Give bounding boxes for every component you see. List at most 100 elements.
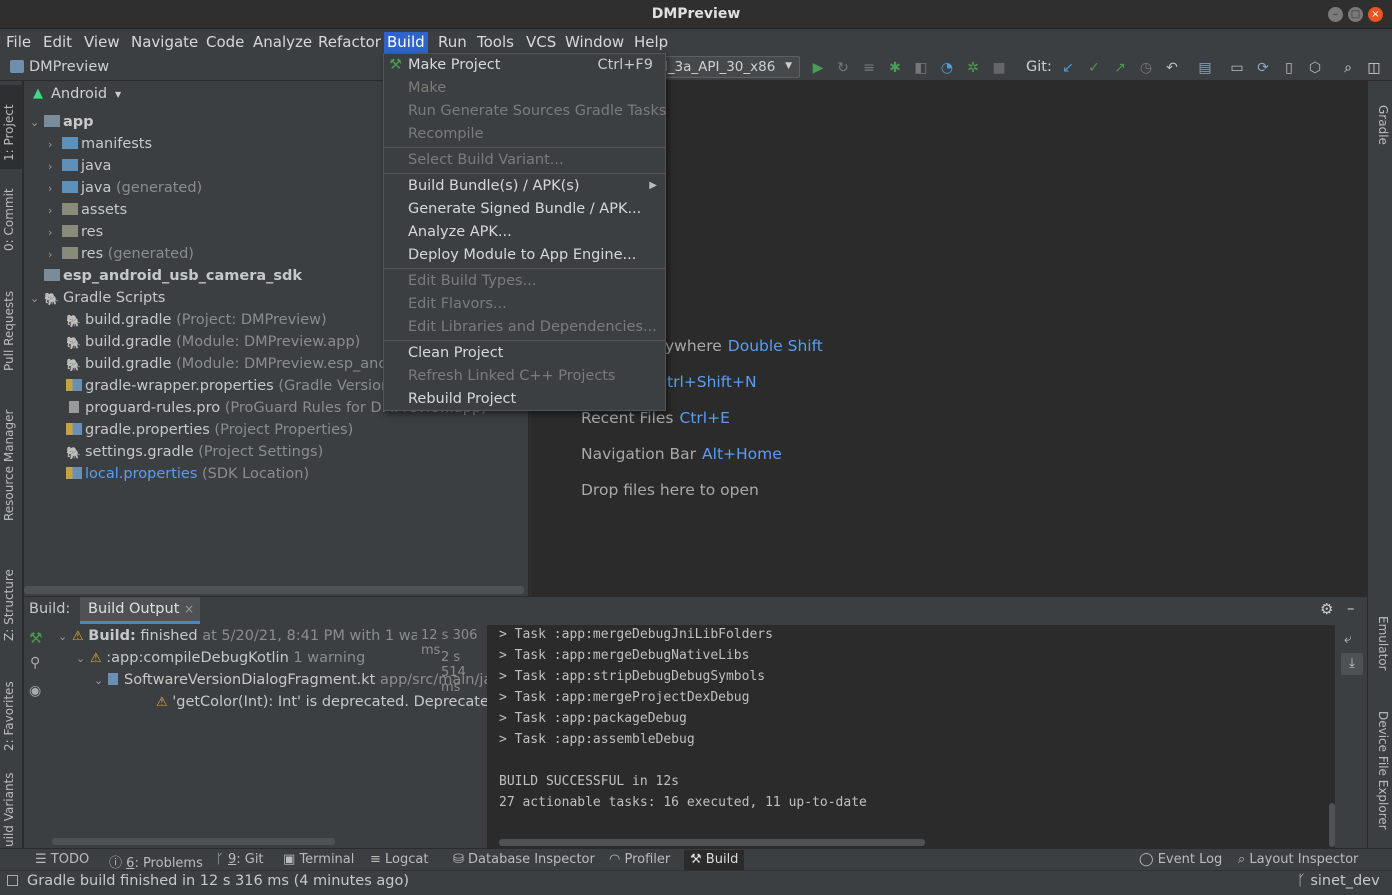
attach-debugger-icon[interactable]: ✲ xyxy=(964,59,982,77)
tab-problems[interactable]: ⓘ 6: Problems xyxy=(109,852,203,871)
gear-icon[interactable]: ⚙ xyxy=(1320,600,1333,618)
menu-item-edit-libraries[interactable]: Edit Libraries and Dependencies... xyxy=(384,316,665,338)
chevron-down-icon[interactable]: ▼ xyxy=(115,90,121,99)
tree-item[interactable]: › assets xyxy=(48,199,127,221)
menu-item-select-build-variant[interactable]: Select Build Variant... xyxy=(384,149,665,171)
tool-tab-gradle[interactable]: Gradle xyxy=(1376,105,1390,145)
tool-tab-commit[interactable]: 0: Commit xyxy=(2,188,16,251)
build-tree-row[interactable]: ⌄ ⚠ :app:compileDebugKotlin 1 warning xyxy=(76,647,365,669)
sdk-manager-icon[interactable]: ▭ xyxy=(1228,59,1246,77)
tree-item[interactable]: › res (generated) xyxy=(48,243,194,265)
horizontal-scrollbar[interactable] xyxy=(24,586,524,594)
tab-profiler[interactable]: ◠ Profiler xyxy=(609,852,670,867)
tree-item[interactable]: 🐘 build.gradle (Project: DMPreview) xyxy=(66,309,327,331)
avd-manager-icon[interactable]: ▯ xyxy=(1280,59,1298,77)
menu-code[interactable]: Code xyxy=(203,32,247,53)
menu-item-analyze-apk[interactable]: Analyze APK... xyxy=(384,221,665,243)
horizontal-scrollbar[interactable] xyxy=(52,838,335,845)
tree-item[interactable]: › java xyxy=(48,155,111,177)
apply-code-changes-icon[interactable]: ≡ xyxy=(860,59,878,77)
menu-navigate[interactable]: Navigate xyxy=(128,32,201,53)
device-manager-icon[interactable]: ⬡ xyxy=(1306,59,1324,77)
tree-item[interactable]: › java (generated) xyxy=(48,177,202,199)
tool-tab-emulator[interactable]: Emulator xyxy=(1376,616,1390,671)
menu-item-generate-signed-bundle[interactable]: Generate Signed Bundle / APK... xyxy=(384,198,665,220)
tab-build-output[interactable]: Build Output × xyxy=(80,597,200,624)
menu-item-build-bundle-apk[interactable]: Build Bundle(s) / APK(s) ▶ xyxy=(384,175,665,197)
build-tree-row[interactable]: ⚠ 'getColor(Int): Int' is deprecated. De… xyxy=(156,691,534,713)
tab-database-inspector[interactable]: ⛁ Database Inspector xyxy=(453,852,595,867)
tree-item[interactable]: 🐘 build.gradle (Module: DMPreview.esp_and… xyxy=(66,353,402,375)
toggle-tool-windows-icon[interactable] xyxy=(7,875,18,886)
menu-analyze[interactable]: Analyze xyxy=(250,32,315,53)
tab-build[interactable]: ⚒ Build xyxy=(684,850,745,870)
tree-item[interactable]: 🐘 settings.gradle (Project Settings) xyxy=(66,441,323,463)
menu-help[interactable]: Help xyxy=(631,32,671,53)
tree-item[interactable]: ⌄ 🐘 Gradle Scripts xyxy=(30,287,165,309)
tab-git[interactable]: ᚴ 9: Git xyxy=(216,852,264,867)
menu-item-refresh-linked-cpp[interactable]: Refresh Linked C++ Projects xyxy=(384,365,665,387)
tab-logcat[interactable]: ≡ Logcat xyxy=(370,852,428,867)
git-commit-icon[interactable]: ✓ xyxy=(1085,59,1103,77)
git-rollback-icon[interactable]: ↶ xyxy=(1163,59,1181,77)
menu-item-rebuild-project[interactable]: Rebuild Project xyxy=(384,388,665,410)
profile-icon[interactable]: ◔ xyxy=(938,59,956,77)
horizontal-scrollbar[interactable] xyxy=(499,839,925,846)
tab-event-log[interactable]: ◯ Event Log xyxy=(1139,852,1222,867)
menu-build[interactable]: Build xyxy=(384,32,428,53)
stop-icon[interactable]: ■ xyxy=(990,59,1008,77)
git-branch[interactable]: ᚴ sinet_dev xyxy=(1297,873,1380,889)
tree-item[interactable]: › res xyxy=(48,221,103,243)
run-icon[interactable]: ▶ xyxy=(809,59,827,77)
menu-window[interactable]: Window xyxy=(562,32,627,53)
tab-layout-inspector[interactable]: ⌕ Layout Inspector xyxy=(1238,852,1358,867)
git-push-icon[interactable]: ↗ xyxy=(1111,59,1129,77)
scroll-to-end-icon[interactable]: ⤓ xyxy=(1341,653,1363,675)
project-structure-icon[interactable]: ▤ xyxy=(1196,59,1214,77)
status-message[interactable]: Gradle build finished in 12 s 316 ms (4 … xyxy=(27,873,409,889)
menu-item-recompile[interactable]: Recompile xyxy=(384,123,665,145)
menu-edit[interactable]: Edit xyxy=(40,32,75,53)
close-icon[interactable]: × xyxy=(1368,7,1383,22)
menu-item-edit-flavors[interactable]: Edit Flavors... xyxy=(384,293,665,315)
apply-changes-icon[interactable]: ↻ xyxy=(834,59,852,77)
git-update-icon[interactable]: ↙ xyxy=(1059,59,1077,77)
tree-item[interactable]: local.properties (SDK Location) xyxy=(66,463,309,485)
breadcrumb[interactable]: DMPreview xyxy=(29,59,109,75)
menu-run[interactable]: Run xyxy=(435,32,470,53)
tab-todo[interactable]: ☰ TODO xyxy=(35,852,89,867)
tree-item[interactable]: 🐘 build.gradle (Module: DMPreview.app) xyxy=(66,331,360,353)
git-history-icon[interactable]: ◷ xyxy=(1137,59,1155,77)
tool-tab-pull-requests[interactable]: Pull Requests xyxy=(2,291,16,371)
tool-tab-build-variants[interactable]: uild Variants xyxy=(2,772,16,847)
menu-view[interactable]: View xyxy=(81,32,123,53)
coverage-icon[interactable]: ◧ xyxy=(912,59,930,77)
menu-item-make[interactable]: Make xyxy=(384,77,665,99)
eye-icon[interactable]: ◉ xyxy=(29,683,41,699)
menu-item-edit-build-types[interactable]: Edit Build Types... xyxy=(384,270,665,292)
menu-file[interactable]: File xyxy=(3,32,34,53)
tool-tab-favorites[interactable]: 2: Favorites xyxy=(2,681,16,751)
close-icon[interactable]: × xyxy=(184,602,194,616)
build-tree-row[interactable]: ⌄ ⚠ Build: finished at 5/20/21, 8:41 PM w… xyxy=(58,625,434,647)
debug-icon[interactable]: ✱ xyxy=(886,59,904,77)
tool-tab-resource-manager[interactable]: Resource Manager xyxy=(2,410,16,521)
vertical-scrollbar[interactable] xyxy=(1329,803,1335,847)
minimize-icon[interactable]: – xyxy=(1328,7,1343,22)
project-view-mode[interactable]: Android xyxy=(51,86,107,102)
pin-icon[interactable]: ⚲ xyxy=(30,655,40,671)
tool-tab-project[interactable]: 1: Project xyxy=(2,104,16,161)
build-tree-row[interactable]: ⌄ SoftwareVersionDialogFragment.kt app/sr… xyxy=(94,669,492,691)
soft-wrap-icon[interactable]: ⤶ xyxy=(1344,631,1352,647)
tree-item[interactable]: esp_android_usb_camera_sdk xyxy=(30,265,302,287)
tree-item[interactable]: gradle-wrapper.properties (Gradle Versio… xyxy=(66,375,396,397)
menu-item-clean-project[interactable]: Clean Project xyxy=(384,342,665,364)
device-selector[interactable]: l_3a_API_30_x86 ▼ xyxy=(658,56,800,78)
tool-tab-device-file-explorer[interactable]: Device File Explorer xyxy=(1376,711,1390,830)
menu-item-run-generate-sources[interactable]: Run Generate Sources Gradle Tasks xyxy=(384,100,666,122)
menu-refactor[interactable]: Refactor xyxy=(315,32,384,53)
tree-item[interactable]: ⌄ app xyxy=(30,111,94,133)
tree-item[interactable]: › manifests xyxy=(48,133,152,155)
sync-gradle-icon[interactable]: ⟳ xyxy=(1254,59,1272,77)
tree-item[interactable]: gradle.properties (Project Properties) xyxy=(66,419,353,441)
